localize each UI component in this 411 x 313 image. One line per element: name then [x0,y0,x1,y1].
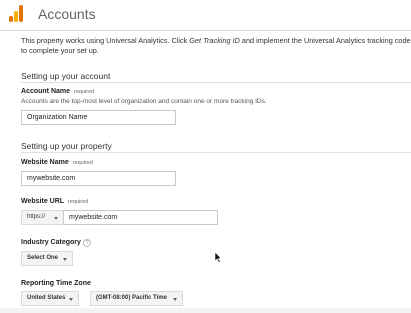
protocol-select[interactable]: https:// [21,210,64,225]
industry-category-label: Industry Category [21,239,81,246]
chevron-down-icon [54,217,58,220]
chevron-down-icon [69,298,73,301]
website-url-input[interactable]: mywebsite.com [63,210,218,225]
section-divider [21,82,411,83]
chevron-down-icon [63,258,67,261]
country-select[interactable]: United States [21,291,79,306]
industry-category-select[interactable]: Select One [21,251,73,266]
account-name-input[interactable]: Organization Name [21,110,176,125]
page-bottom-edge [0,308,411,313]
get-tracking-id-link[interactable]: Get Tracking ID [189,36,240,45]
property-section-title: Setting up your property [21,141,112,151]
mouse-cursor-icon [214,251,222,263]
section-divider [21,152,411,153]
time-zone-select[interactable]: (GMT-08:00) Pacific Time [90,291,183,306]
help-icon[interactable]: ? [83,239,91,247]
account-section-title: Setting up your account [21,71,111,81]
website-name-input[interactable]: mywebsite.com [21,171,176,186]
account-name-label: Account Name required [21,88,95,95]
account-name-help: Accounts are the top-most level of organ… [21,98,267,105]
analytics-logo-icon[interactable] [9,5,23,22]
website-url-label: Website URL required [21,198,89,205]
reporting-time-zone-label: Reporting Time Zone [21,280,91,287]
page-title: Accounts [38,6,96,22]
website-name-label: Website Name required [21,159,93,166]
chevron-down-icon [173,298,177,301]
intro-text: This property works using Universal Anal… [21,36,411,55]
top-bar: Accounts [0,0,411,31]
